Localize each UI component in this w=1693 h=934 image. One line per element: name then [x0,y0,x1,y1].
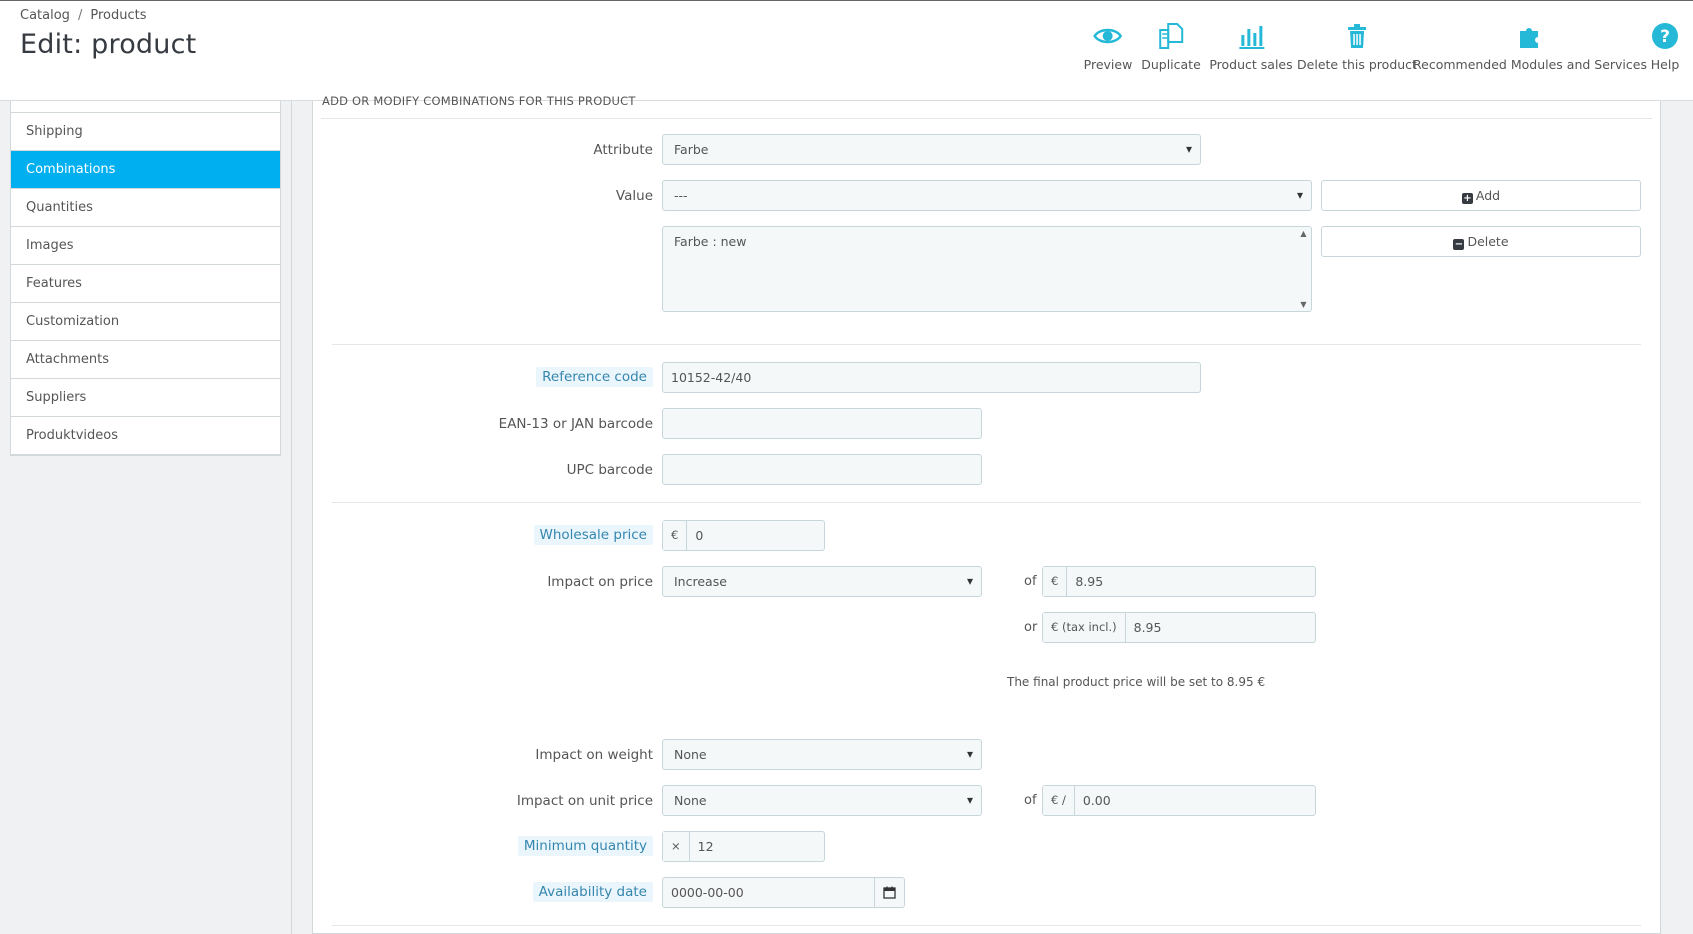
price-impact-input[interactable]: € 8.95 [1042,566,1316,597]
unit-price-value: 0.00 [1082,793,1111,808]
trash-icon [1348,24,1366,48]
price-or-label: or [1024,620,1038,635]
minimum-quantity-input[interactable]: × 12 [662,831,825,862]
page-header: Catalog / Products Edit: product Preview D… [0,0,1693,101]
impact-on-unit-price-label: Impact on unit price [516,793,653,809]
section-divider-2 [332,502,1641,503]
wholesale-currency: € [663,521,688,550]
price-currency: € [1043,567,1068,596]
sidebar-item-combinations[interactable]: Combinations [11,151,280,189]
upc-label: UPC barcode [566,462,653,478]
impact-on-unit-price-select[interactable]: None [662,785,982,816]
recommended-modules-label: Recommended Modules and Services [1413,57,1647,72]
price-tax-currency: € (tax incl.) [1043,613,1126,642]
panel-heading: ADD OR MODIFY COMBINATIONS FOR THIS PROD… [322,94,636,108]
add-button[interactable]: + Add [1321,180,1641,211]
sidebar-item-quantities[interactable]: Quantities [11,189,280,227]
attribute-select-value: Farbe [674,142,709,157]
add-button-label: Add [1475,188,1501,203]
delete-button-label: Delete [1467,234,1509,249]
impact-on-price-select[interactable]: Increase [662,566,982,597]
ean-input[interactable] [662,408,982,439]
preview-label: Preview [1083,57,1133,72]
help-icon: ? [1652,23,1678,49]
calendar-icon[interactable] [874,878,904,907]
plus-icon: + [1461,193,1473,204]
reference-code-input[interactable]: 10152-42/40 [662,362,1201,393]
minus-icon: − [1453,239,1465,250]
bar-chart-icon [1238,26,1264,49]
svg-text:?: ? [1660,27,1670,47]
delete-button[interactable]: − Delete [1321,226,1641,257]
impact-on-price-value: Increase [674,574,727,589]
eye-icon [1093,28,1123,44]
combination-option[interactable]: Farbe : new [674,234,1300,249]
availability-date-label: Availability date [532,882,653,902]
impact-on-weight-label: Impact on weight [535,747,653,763]
sidebar-item-customization[interactable]: Customization [11,303,280,341]
sidebar-item-shipping[interactable]: Shipping [11,113,280,151]
scroll-up-icon: ▲ [1300,229,1307,238]
reference-code-value: 10152-42/40 [671,370,752,385]
sidebar-item-images[interactable]: Images [11,227,280,265]
scroll-down-icon: ▼ [1300,300,1307,309]
value-select[interactable]: --- [662,180,1312,211]
delete-product-button[interactable]: Delete this product [1297,21,1417,72]
impact-on-price-label: Impact on price [547,574,653,590]
combination-listbox[interactable]: Farbe : new ▲ ▼ [662,226,1312,312]
sidebar-item-features[interactable]: Features [11,265,280,303]
recommended-modules-button[interactable]: Recommended Modules and Services [1413,21,1647,72]
sidebar-item-hidden [11,101,280,113]
help-label: Help [1650,57,1680,72]
duplicate-label: Duplicate [1141,57,1201,72]
wholesale-price-label: Wholesale price [533,525,653,545]
price-of-label: of [1024,574,1037,589]
product-sales-button[interactable]: Product sales [1209,21,1293,72]
sidebar-item-produktvideos[interactable]: Produktvideos [11,417,280,455]
puzzle-icon [1519,28,1538,48]
final-price-text: The final product price will be set to 8… [1007,675,1266,689]
minimum-quantity-value: 12 [697,839,714,854]
impact-on-unit-price-value: None [674,793,707,808]
content-divider [291,101,292,934]
ean-label: EAN-13 or JAN barcode [498,416,653,432]
price-tax-incl-input[interactable]: € (tax incl.) 8.95 [1042,612,1316,643]
attribute-select[interactable]: Farbe [662,134,1201,165]
wholesale-price-input[interactable]: € 0 [662,520,825,551]
section-divider-1 [332,344,1641,345]
impact-on-weight-select[interactable]: None [662,739,982,770]
toolbar: Preview Duplicate Product sales Delete t… [0,21,1693,81]
unit-currency: € / [1043,786,1075,815]
unit-price-input[interactable]: € / 0.00 [1042,785,1316,816]
delete-product-label: Delete this product [1297,57,1417,72]
copy-icon [1159,23,1183,49]
product-tabs-sidebar: Shipping Combinations Quantities Images … [10,101,281,456]
multiply-icon: × [663,832,690,861]
wholesale-value: 0 [695,528,704,543]
reference-code-label: Reference code [536,367,653,387]
section-divider-3 [332,925,1641,926]
preview-button[interactable]: Preview [1083,21,1133,72]
minimum-quantity-label: Minimum quantity [517,836,653,856]
value-select-value: --- [674,188,688,203]
help-button[interactable]: ? Help [1650,21,1680,72]
price-tax-value: 8.95 [1133,620,1162,635]
duplicate-button[interactable]: Duplicate [1141,21,1201,72]
availability-date-value: 0000-00-00 [671,885,744,900]
panel-heading-divider [321,118,1652,119]
price-impact-value: 8.95 [1075,574,1104,589]
upc-input[interactable] [662,454,982,485]
impact-on-weight-value: None [674,747,707,762]
value-label: Value [615,188,653,204]
attribute-label: Attribute [593,142,653,158]
sidebar-item-suppliers[interactable]: Suppliers [11,379,280,417]
availability-date-input[interactable]: 0000-00-00 [662,877,905,908]
product-sales-label: Product sales [1209,57,1293,72]
listbox-scrollbar[interactable]: ▲ ▼ [1296,227,1311,311]
sidebar-item-attachments[interactable]: Attachments [11,341,280,379]
unit-price-of-label: of [1024,793,1037,808]
